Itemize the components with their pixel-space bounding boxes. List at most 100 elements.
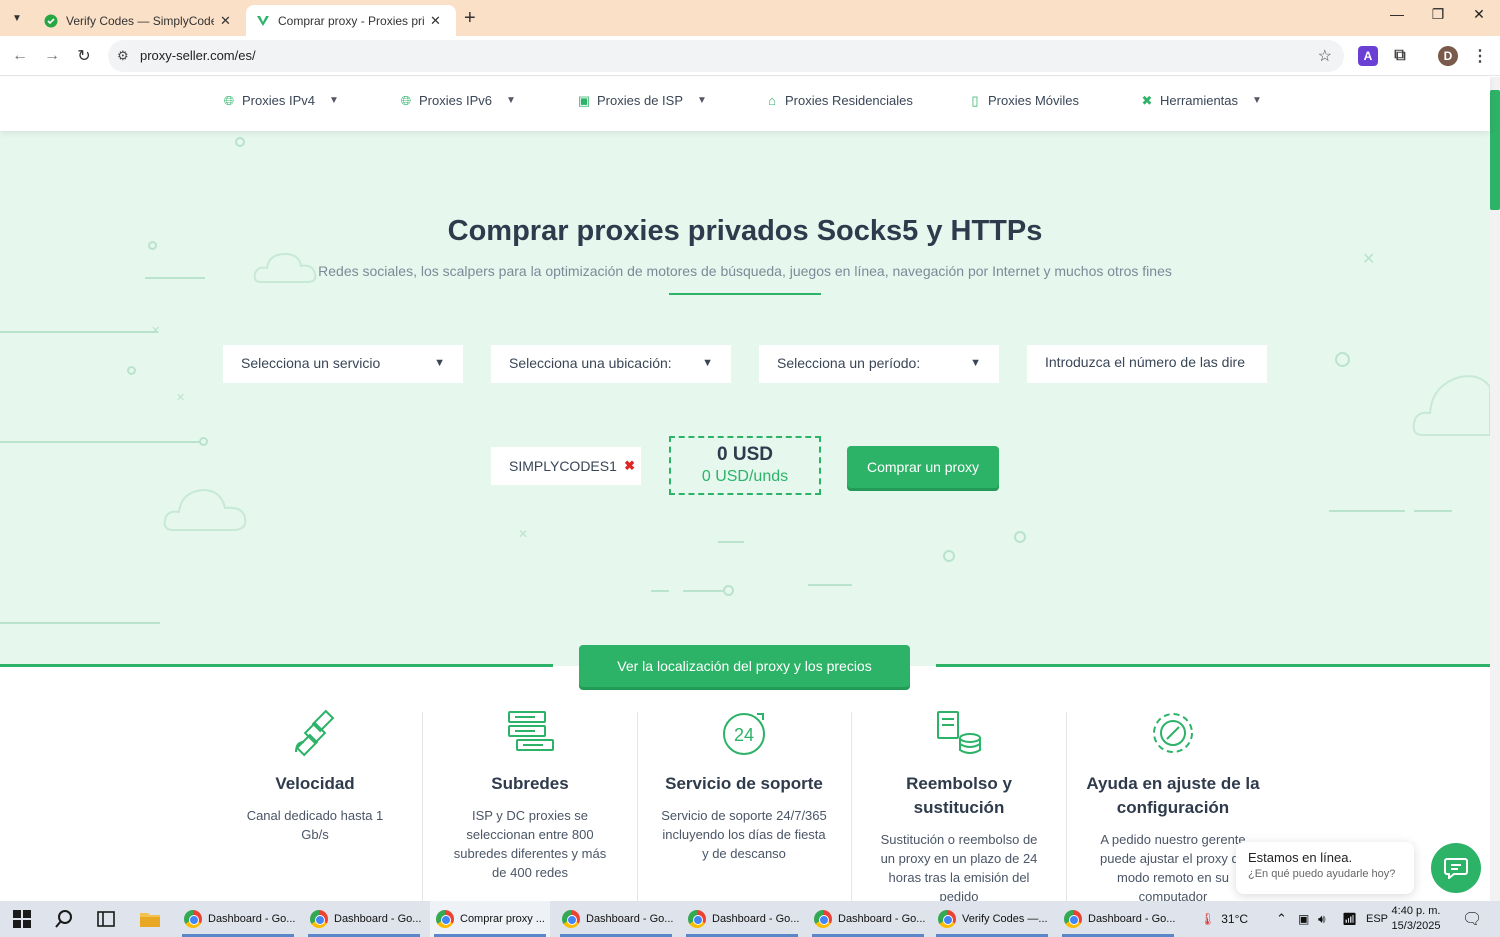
nav-label: Proxies IPv4	[242, 93, 315, 108]
bookmark-star-icon[interactable]: ☆	[1318, 46, 1332, 66]
decorative-line	[1414, 510, 1452, 512]
view-locations-button[interactable]: Ver la localización del proxy y los prec…	[579, 645, 910, 687]
tray-chevron-up-icon[interactable]: ⌃	[1276, 901, 1287, 937]
temperature: 31°C	[1221, 912, 1249, 926]
chevron-down-icon: ▼	[328, 95, 339, 106]
system-clock[interactable]: 4:40 p. m. 15/3/2025	[1388, 904, 1444, 934]
taskbar-app-title: Dashboard - Go...	[838, 913, 926, 925]
clock-time: 4:40 p. m.	[1391, 905, 1441, 917]
unit-price: 0 USD/unds	[701, 468, 789, 485]
location-select[interactable]: Selecciona una ubicación: ▼	[491, 345, 731, 383]
feature-title: Ayuda en ajuste de la configuración	[1086, 774, 1260, 817]
meet-now-icon[interactable]: ▣	[1298, 901, 1309, 937]
chrome-icon	[436, 910, 454, 928]
ip-quantity-field[interactable]	[1027, 345, 1267, 383]
taskbar-app[interactable]: Dashboard - Go...	[304, 901, 424, 937]
notifications-icon[interactable]: 🗨︎	[1462, 901, 1482, 937]
ip-quantity-input[interactable]	[1045, 354, 1245, 370]
volume-icon[interactable]: 🔊︎	[1318, 901, 1326, 937]
nav-proxies-moviles[interactable]: ▯ Proxies Móviles	[968, 93, 1079, 109]
chrome-icon	[814, 910, 832, 928]
tab-verify-codes[interactable]: Verify Codes — SimplyCodes ✕	[34, 5, 246, 36]
chat-open-button[interactable]	[1431, 843, 1481, 893]
scrollbar-thumb[interactable]	[1490, 90, 1500, 210]
chrome-icon	[310, 910, 328, 928]
decorative-circle	[235, 137, 245, 147]
promo-code-value: SIMPLYCODES15	[509, 458, 617, 474]
chevron-down-icon: ▼	[434, 357, 445, 369]
feature-title: Reembolso y sustitución	[906, 774, 1012, 817]
site-settings-icon[interactable]: ⚙	[117, 48, 129, 64]
address-bar[interactable]: ⚙ proxy-seller.com/es/ ☆	[108, 40, 1344, 72]
service-select[interactable]: Selecciona un servicio ▼	[223, 345, 463, 383]
search-icon[interactable]	[52, 907, 76, 931]
nav-proxies-ipv6[interactable]: 🌐︎ Proxies IPv6 ▼	[399, 92, 516, 109]
buy-proxy-button[interactable]: Comprar un proxy	[847, 446, 999, 488]
server-icon	[505, 708, 555, 758]
select-value: Selecciona un período:	[777, 355, 921, 371]
reload-icon[interactable]: ↻	[72, 44, 96, 68]
browser-menu-icon[interactable]: ⋮	[1470, 46, 1490, 66]
weather-widget[interactable]: 🌡︎ 31°C	[1200, 901, 1248, 937]
taskbar-app[interactable]: Dashboard - Go...	[556, 901, 676, 937]
promo-code-field[interactable]: SIMPLYCODES15 ✖	[491, 447, 641, 485]
nav-label: Herramientas	[1160, 93, 1239, 108]
windows-taskbar: Dashboard - Go... Dashboard - Go... Comp…	[0, 901, 1500, 937]
tab-search-chevron-icon[interactable]: ▼	[6, 7, 28, 29]
home-icon: ⌂	[768, 93, 776, 108]
restore-icon[interactable]: ❐	[1423, 6, 1453, 23]
chrome-icon	[938, 910, 956, 928]
nav-label: Proxies IPv6	[419, 93, 492, 108]
tools-icon: ✖	[1141, 92, 1153, 108]
chevron-down-icon: ▼	[1252, 95, 1262, 106]
close-tab-icon[interactable]: ✕	[220, 13, 231, 29]
clock-date: 15/3/2025	[1391, 920, 1441, 932]
profile-avatar[interactable]: D	[1438, 46, 1458, 66]
globe-icon: 🌐︎	[400, 92, 412, 108]
nav-proxies-residenciales[interactable]: ⌂ Proxies Residenciales	[765, 93, 913, 108]
feature-title: Servicio de soporte	[665, 774, 823, 793]
browser-toolbar: ← → ↻ ⚙ proxy-seller.com/es/ ☆ A ⧉ D ⋮	[0, 36, 1500, 76]
translate-extension-icon[interactable]: A	[1358, 46, 1378, 66]
remove-promo-icon[interactable]: ✖	[624, 458, 635, 474]
back-icon[interactable]: ←	[8, 44, 32, 68]
task-view-icon[interactable]	[94, 907, 118, 931]
chrome-icon	[688, 910, 706, 928]
decorative-circle	[1014, 531, 1026, 543]
chrome-icon	[1064, 910, 1082, 928]
minimize-icon[interactable]: —	[1382, 6, 1412, 22]
taskbar-app-active[interactable]: Comprar proxy ...	[430, 901, 550, 937]
taskbar-app-title: Comprar proxy ...	[460, 913, 545, 925]
chat-greeting[interactable]: Estamos en línea. ¿En qué puedo ayudarle…	[1236, 842, 1414, 894]
file-explorer-icon[interactable]	[138, 907, 162, 931]
network-icon[interactable]: 📶︎	[1342, 901, 1357, 937]
tab-comprar-proxy[interactable]: Comprar proxy - Proxies privados ✕	[246, 5, 456, 36]
tab-title: Verify Codes — SimplyCodes	[66, 13, 214, 28]
new-tab-icon[interactable]: +	[464, 7, 476, 30]
browser-tab-bar: ▼ Verify Codes — SimplyCodes ✕ Comprar p…	[0, 0, 1500, 36]
total-price: 0 USD	[717, 444, 773, 465]
taskbar-app[interactable]: Dashboard - Go...	[178, 901, 298, 937]
taskbar-app[interactable]: Verify Codes —...	[932, 901, 1052, 937]
taskbar-app[interactable]: Dashboard - Go...	[682, 901, 802, 937]
close-window-icon[interactable]: ✕	[1464, 6, 1494, 23]
nav-herramientas[interactable]: ✖ Herramientas ▼	[1140, 92, 1262, 109]
page-title: Comprar proxies privados Socks5 y HTTPs	[447, 215, 1043, 247]
chat-status: Estamos en línea.	[1248, 850, 1353, 865]
feature-description: Sustitución o reembolso de un proxy en u…	[880, 832, 1038, 904]
decorative-line	[0, 331, 158, 333]
close-tab-icon[interactable]: ✕	[430, 13, 441, 29]
extensions-puzzle-icon[interactable]: ⧉	[1390, 46, 1410, 66]
language-indicator[interactable]: ESP	[1366, 901, 1388, 937]
nav-proxies-ipv4[interactable]: 🌐︎ Proxies IPv4 ▼	[222, 93, 339, 109]
nav-label: Proxies Residenciales	[785, 93, 913, 108]
forward-icon[interactable]: →	[40, 44, 64, 68]
taskbar-app[interactable]: Dashboard - Go...	[808, 901, 928, 937]
nav-proxies-isp[interactable]: ▣ Proxies de ISP ▼	[577, 93, 707, 109]
period-select[interactable]: Selecciona un período: ▼	[759, 345, 999, 383]
feature-description: Canal dedicado hasta 1 Gb/s	[246, 808, 384, 842]
chevron-down-icon: ▼	[505, 95, 516, 106]
windows-start-icon[interactable]	[10, 907, 34, 931]
decorative-circle	[723, 585, 734, 596]
taskbar-app[interactable]: Dashboard - Go...	[1058, 901, 1178, 937]
